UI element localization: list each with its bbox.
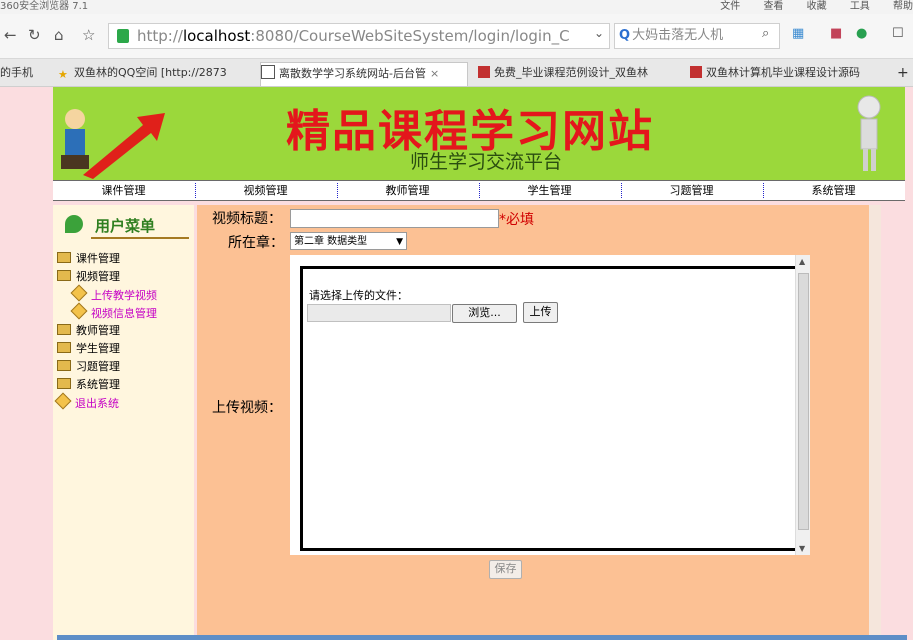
video-title-input[interactable] bbox=[290, 209, 499, 228]
scrollbar-thumb[interactable] bbox=[798, 273, 809, 530]
back-icon[interactable]: ← bbox=[4, 26, 17, 44]
sidebar-item-logout[interactable]: 退出系统 bbox=[54, 392, 119, 412]
tab-admin[interactable]: 离散数学学习系统网站-后台管 × bbox=[260, 62, 468, 86]
tab-phone[interactable]: 的手机 bbox=[0, 62, 48, 85]
extension-icon[interactable]: ■ bbox=[830, 26, 842, 41]
sidebar-heading: 用户菜单 bbox=[61, 213, 189, 239]
footer-bar bbox=[57, 635, 907, 640]
file-path-input[interactable] bbox=[307, 304, 451, 322]
reload-icon[interactable]: ↻ bbox=[28, 26, 41, 44]
page-scrollbar[interactable] bbox=[869, 205, 881, 640]
browser-toolbar: ← ↻ ⌂ ☆ http://localhost:8080/CourseWebS… bbox=[0, 14, 913, 59]
browser-menu: 文件 查看 收藏 工具 帮助 bbox=[700, 0, 913, 13]
folder-icon bbox=[57, 378, 71, 389]
sidebar-item-student[interactable]: 学生管理 bbox=[57, 341, 120, 357]
upload-panel: 请选择上传的文件： 浏览... 上传 bbox=[300, 266, 800, 551]
menu-help[interactable]: 帮助 bbox=[893, 1, 913, 12]
close-icon[interactable]: × bbox=[430, 67, 439, 80]
search-engine-icon: Q bbox=[619, 28, 631, 43]
sidebar-item-teacher[interactable]: 教师管理 bbox=[57, 323, 120, 339]
page-icon bbox=[261, 65, 275, 79]
upload-label: 上传视频： bbox=[212, 400, 282, 416]
menu-tools[interactable]: 工具 bbox=[850, 1, 870, 12]
nav-video[interactable]: 视频管理 bbox=[195, 181, 336, 200]
chevron-down-icon[interactable]: ⌄ bbox=[594, 26, 604, 40]
divider bbox=[91, 237, 189, 239]
folder-open-icon bbox=[57, 270, 71, 281]
iframe-scrollbar[interactable]: ▲ ▼ bbox=[795, 255, 810, 555]
clover-icon bbox=[65, 215, 83, 233]
title-label: 视频标题： bbox=[212, 211, 282, 227]
page-icon bbox=[54, 392, 72, 410]
home-icon[interactable]: ⌂ bbox=[54, 26, 64, 44]
search-input[interactable]: Q 大妈击落无人机 bbox=[614, 23, 780, 49]
tab-bar: 的手机 ★ 双鱼林的QQ空间 [http://2873 离散数学学习系统网站-后台… bbox=[0, 59, 913, 87]
folder-icon bbox=[57, 360, 71, 371]
chapter-label: 所在章： bbox=[228, 235, 284, 251]
search-icon[interactable]: ⌕ bbox=[762, 26, 769, 41]
nav-system[interactable]: 系统管理 bbox=[763, 181, 904, 200]
scroll-up-icon[interactable]: ▲ bbox=[799, 257, 805, 266]
form-area: 视频标题： *必填 所在章： 第二章 数据类型 ▼ 上传视频： 请选择上传的文件… bbox=[197, 205, 881, 640]
new-tab-icon[interactable]: + bbox=[897, 62, 909, 85]
nav-student[interactable]: 学生管理 bbox=[479, 181, 620, 200]
star-icon: ★ bbox=[58, 68, 68, 81]
required-note: *必填 bbox=[499, 212, 534, 228]
apps-icon[interactable]: ▦ bbox=[792, 26, 804, 41]
nav-teacher[interactable]: 教师管理 bbox=[337, 181, 478, 200]
nav-courseware[interactable]: 课件管理 bbox=[53, 181, 194, 200]
sidebar-item-exercise[interactable]: 习题管理 bbox=[57, 359, 120, 375]
menu-file[interactable]: 文件 bbox=[720, 1, 740, 12]
chevron-down-icon: ▼ bbox=[396, 237, 403, 247]
upload-iframe: 请选择上传的文件： 浏览... 上传 ▲ ▼ bbox=[290, 255, 810, 555]
page: 精品课程学习网站 师生学习交流平台 课件管理 视频管理 教师管理 学生管理 习题… bbox=[0, 87, 913, 640]
upload-button[interactable]: 上传 bbox=[523, 302, 558, 323]
tab-free-course[interactable]: 免费_毕业课程范例设计_双鱼林 bbox=[478, 62, 674, 85]
menu-view[interactable]: 查看 bbox=[763, 1, 783, 12]
sidebar-item-video[interactable]: 视频管理 bbox=[57, 269, 120, 285]
translate-icon[interactable]: ● bbox=[856, 26, 867, 41]
chapter-select[interactable]: 第二章 数据类型 ▼ bbox=[290, 232, 407, 250]
sidebar-item-courseware[interactable]: 课件管理 bbox=[57, 251, 120, 267]
tab-source-code[interactable]: 双鱼林计算机毕业课程设计源码 bbox=[690, 62, 890, 85]
folder-icon bbox=[57, 252, 71, 263]
star-icon[interactable]: ☆ bbox=[82, 26, 95, 44]
shield-icon bbox=[117, 29, 129, 43]
sidebar-item-system[interactable]: 系统管理 bbox=[57, 377, 120, 393]
browser-titlebar: 360安全浏览器 7.1 文件 查看 收藏 工具 帮助 bbox=[0, 0, 913, 14]
page-icon bbox=[70, 302, 88, 320]
menu-favorites[interactable]: 收藏 bbox=[807, 1, 827, 12]
nav-exercise[interactable]: 习题管理 bbox=[621, 181, 762, 200]
site-banner: 精品课程学习网站 师生学习交流平台 bbox=[53, 87, 905, 180]
site-subtitle: 师生学习交流平台 bbox=[410, 151, 563, 173]
save-button[interactable]: 保存 bbox=[489, 560, 522, 579]
site-icon bbox=[690, 66, 702, 78]
page-icon bbox=[70, 284, 88, 302]
sidebar-item-video-info[interactable]: 视频信息管理 bbox=[70, 302, 157, 322]
site-icon bbox=[478, 66, 490, 78]
tab-qq-space[interactable]: ★ 双鱼林的QQ空间 [http://2873 bbox=[58, 62, 250, 85]
scroll-down-icon[interactable]: ▼ bbox=[799, 544, 805, 553]
browser-title: 360安全浏览器 7.1 bbox=[0, 1, 89, 12]
folder-icon bbox=[57, 324, 71, 335]
folder-icon bbox=[57, 342, 71, 353]
figure-icon bbox=[857, 95, 881, 171]
main-nav: 课件管理 视频管理 教师管理 学生管理 习题管理 系统管理 bbox=[53, 180, 905, 201]
sidebar-item-upload-video[interactable]: 上传教学视频 bbox=[70, 284, 157, 304]
user-icon[interactable]: ☐ bbox=[892, 26, 904, 41]
choose-file-label: 请选择上传的文件： bbox=[309, 289, 408, 302]
mascot-arrow-icon bbox=[61, 109, 165, 179]
sidebar: 用户菜单 课件管理 视频管理 上传教学视频 视频信息管理 教师管理 学生管理 习… bbox=[53, 205, 194, 640]
browse-button[interactable]: 浏览... bbox=[452, 304, 517, 323]
address-bar[interactable]: http://localhost:8080/CourseWebSiteSyste… bbox=[108, 23, 610, 49]
